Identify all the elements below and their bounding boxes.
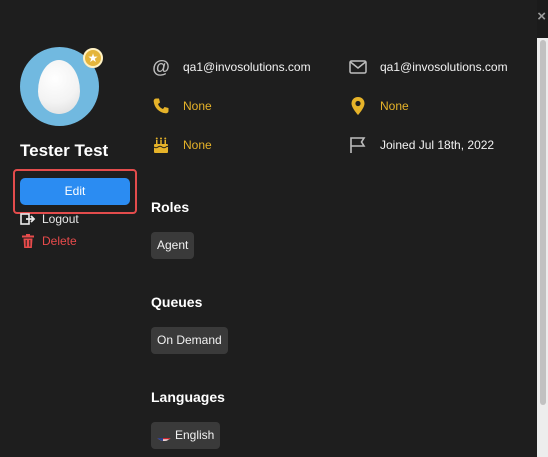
logout-link[interactable]: Logout: [20, 211, 79, 227]
scrollbar-thumb[interactable]: [540, 40, 546, 405]
location-row: None: [348, 96, 409, 116]
role-chip-agent: Agent: [151, 232, 195, 259]
joined-row: Joined Jul 18th, 2022: [348, 135, 494, 155]
edit-button[interactable]: Edit: [20, 178, 130, 205]
email-primary: qa1@invosolutions.com: [183, 60, 311, 74]
location-pin-icon: [348, 96, 368, 116]
flag-icon: [348, 135, 368, 155]
email-secondary: qa1@invosolutions.com: [380, 60, 508, 74]
us-flag-icon: [157, 431, 171, 441]
star-badge-icon: ★: [83, 48, 103, 68]
queues-heading: Queues: [151, 294, 203, 310]
birthday-row: None: [151, 135, 212, 155]
roles-heading: Roles: [151, 199, 190, 215]
phone-icon: [151, 96, 171, 116]
birthday-value: None: [183, 138, 212, 152]
location-value: None: [380, 99, 409, 113]
phone-row: None: [151, 96, 212, 116]
mail-icon: [348, 57, 368, 77]
queue-chip-on-demand: On Demand: [151, 327, 228, 354]
languages-heading: Languages: [151, 389, 225, 405]
default-avatar-egg-icon: [38, 60, 80, 114]
joined-date: Joined Jul 18th, 2022: [380, 138, 495, 152]
logout-label: Logout: [42, 212, 79, 226]
user-name: Tester Test: [20, 141, 109, 160]
birthday-cake-icon: [151, 135, 171, 155]
email-primary-row: @ qa1@invosolutions.com: [151, 56, 311, 77]
language-chip-english: English: [151, 422, 221, 449]
logout-icon: [20, 213, 36, 225]
language-label: English: [175, 428, 215, 442]
delete-label: Delete: [42, 234, 77, 248]
phone-value: None: [183, 99, 212, 113]
delete-link[interactable]: Delete: [20, 233, 77, 249]
close-icon[interactable]: ×: [537, 8, 546, 25]
trash-icon: [22, 234, 34, 248]
at-icon: @: [152, 56, 170, 77]
email-secondary-row: qa1@invosolutions.com: [348, 57, 508, 77]
